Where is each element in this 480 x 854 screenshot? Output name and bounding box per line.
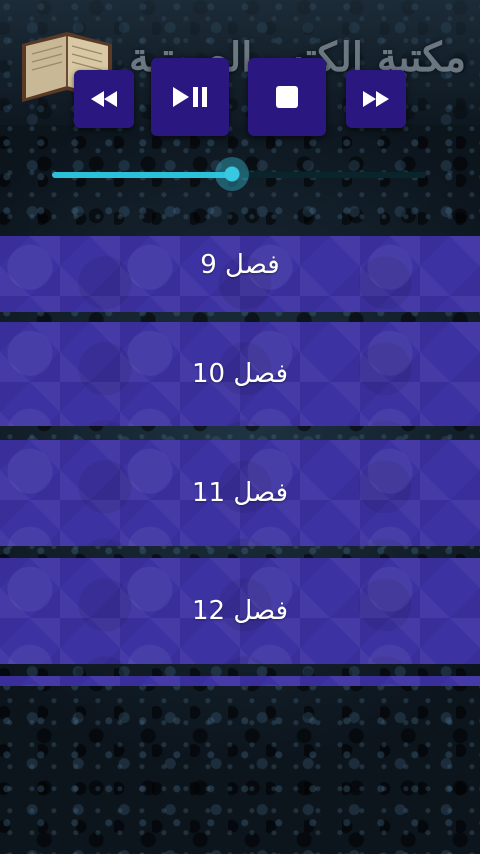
chapter-item-12[interactable]: فصل 12 bbox=[0, 558, 480, 664]
chapter-item-partial[interactable] bbox=[0, 676, 480, 686]
chapter-item-10[interactable]: فصل 10 bbox=[0, 322, 480, 426]
seek-bar[interactable] bbox=[52, 156, 426, 196]
fast-forward-button[interactable] bbox=[346, 70, 406, 128]
chapter-label: فصل 9 bbox=[200, 250, 280, 280]
chapter-label: فصل 10 bbox=[191, 359, 289, 389]
stop-button[interactable] bbox=[248, 58, 326, 136]
play-pause-icon bbox=[173, 87, 207, 107]
seek-progress bbox=[52, 172, 232, 178]
app-header: مكتبة الكتب الصوتية bbox=[0, 0, 480, 140]
chapter-item-11[interactable]: فصل 11 bbox=[0, 440, 480, 546]
fast-forward-icon bbox=[363, 91, 389, 107]
rewind-button[interactable] bbox=[74, 70, 134, 128]
rewind-icon bbox=[91, 91, 117, 107]
chapter-item-9[interactable]: فصل 9 bbox=[0, 236, 480, 312]
chapter-label: فصل 11 bbox=[191, 478, 289, 508]
seek-thumb[interactable] bbox=[214, 157, 249, 191]
play-pause-button[interactable] bbox=[151, 58, 229, 136]
chapter-label: فصل 12 bbox=[191, 596, 289, 626]
stop-icon bbox=[276, 86, 298, 108]
